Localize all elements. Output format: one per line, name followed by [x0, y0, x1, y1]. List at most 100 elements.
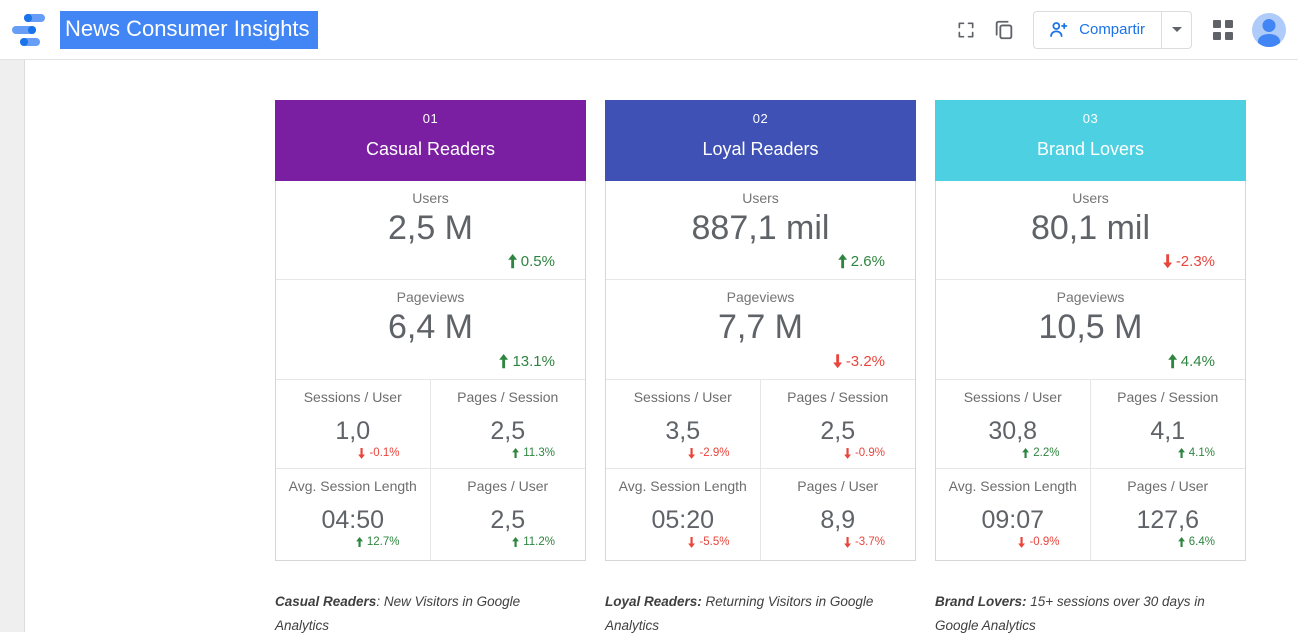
pages-per-session-scorecard: Pages / Session 2,5 -0.9%: [761, 380, 916, 469]
trend-indicator: -0.9%: [844, 447, 915, 459]
trend-indicator: -3.7%: [844, 536, 915, 548]
card-header: 01 Casual Readers: [275, 100, 586, 181]
pages-per-user-scorecard: Pages / User 127,6 6.4%: [1091, 469, 1246, 560]
metric-label: Pages / Session: [457, 389, 558, 405]
copy-pages-button[interactable]: [985, 11, 1023, 49]
trend-indicator: 12.7%: [356, 536, 430, 548]
metric-label: Users: [412, 190, 449, 206]
segment-footnote: Casual Readers: New Visitors in Google A…: [275, 590, 563, 638]
trend-indicator: -2.9%: [688, 447, 759, 459]
avg-session-length-scorecard: Avg. Session Length 09:07 -0.9%: [936, 469, 1091, 560]
metric-value: 2,5 M: [388, 209, 473, 248]
metric-value: 2,5: [490, 417, 525, 446]
trend-arrow-icon: [1163, 254, 1172, 268]
users-scorecard: Users 2,5 M 0.5%: [276, 181, 585, 280]
report-title[interactable]: News Consumer Insights: [60, 11, 318, 49]
metric-label: Pageviews: [397, 289, 465, 305]
trend-arrow-icon: [358, 448, 365, 459]
metric-value: 7,7 M: [718, 308, 803, 347]
chevron-down-icon: [1172, 27, 1182, 32]
card-header: 03 Brand Lovers: [935, 100, 1246, 181]
trend-arrow-icon: [844, 537, 851, 548]
sessions-per-user-scorecard: Sessions / User 30,8 2.2%: [936, 380, 1091, 469]
metric-value: 05:20: [651, 506, 714, 535]
card-header: 02 Loyal Readers: [605, 100, 916, 181]
metric-value: 4,1: [1150, 417, 1185, 446]
trend-indicator: -0.1%: [358, 447, 429, 459]
metric-label: Avg. Session Length: [949, 478, 1077, 494]
left-rail: [0, 60, 25, 632]
avatar-person-icon: [1263, 19, 1276, 32]
metric-value: 10,5 M: [1039, 308, 1143, 347]
trend-arrow-icon: [356, 537, 363, 548]
apps-grid-button[interactable]: [1204, 11, 1242, 49]
metric-label: Users: [742, 190, 779, 206]
pageviews-scorecard: Pageviews 7,7 M -3.2%: [606, 280, 915, 380]
metric-label: Pages / Session: [1117, 389, 1218, 405]
segment-card-casual-readers: 01 Casual Readers Users 2,5 M 0.5% Pagev…: [275, 100, 586, 638]
pages-per-user-scorecard: Pages / User 8,9 -3.7%: [761, 469, 916, 560]
metric-label: Sessions / User: [964, 389, 1062, 405]
trend-arrow-icon: [688, 537, 695, 548]
card-index: 02: [605, 111, 916, 126]
trend-indicator: -5.5%: [688, 536, 759, 548]
apps-grid-icon: [1213, 20, 1233, 40]
pages-per-session-scorecard: Pages / Session 4,1 4.1%: [1091, 380, 1246, 469]
trend-indicator: 4.1%: [1178, 447, 1245, 459]
metric-value: 1,0: [335, 417, 370, 446]
trend-arrow-icon: [499, 354, 508, 368]
sessions-per-user-scorecard: Sessions / User 3,5 -2.9%: [606, 380, 761, 469]
metric-label: Pageviews: [1057, 289, 1125, 305]
metric-label: Pages / User: [467, 478, 548, 494]
card-body: Users 887,1 mil 2.6% Pageviews 7,7 M -3.…: [605, 181, 916, 561]
metric-label: Pages / User: [797, 478, 878, 494]
pageviews-scorecard: Pageviews 10,5 M 4.4%: [936, 280, 1245, 380]
fullscreen-icon: [956, 20, 976, 40]
metric-label: Avg. Session Length: [619, 478, 747, 494]
trend-arrow-icon: [838, 254, 847, 268]
trend-arrow-icon: [833, 354, 842, 368]
metric-value: 3,5: [665, 417, 700, 446]
metric-label: Avg. Session Length: [289, 478, 417, 494]
trend-arrow-icon: [512, 537, 519, 548]
metric-value: 887,1 mil: [692, 209, 830, 248]
avg-session-length-scorecard: Avg. Session Length 05:20 -5.5%: [606, 469, 761, 560]
trend-indicator: 11.3%: [512, 447, 585, 459]
share-dropdown-button[interactable]: [1161, 12, 1191, 48]
fullscreen-button[interactable]: [947, 11, 985, 49]
trend-arrow-icon: [844, 448, 851, 459]
avg-session-length-scorecard: Avg. Session Length 04:50 12.7%: [276, 469, 431, 560]
metric-value: 80,1 mil: [1031, 209, 1150, 248]
share-button-label: Compartir: [1079, 21, 1145, 38]
card-title: Brand Lovers: [935, 139, 1246, 160]
data-studio-logo-icon[interactable]: [10, 11, 48, 49]
share-button-group: Compartir: [1033, 11, 1192, 49]
trend-arrow-icon: [1168, 354, 1177, 368]
app-toolbar: News Consumer Insights Compartir: [0, 0, 1298, 60]
segment-card-brand-lovers: 03 Brand Lovers Users 80,1 mil -2.3% Pag…: [935, 100, 1246, 638]
trend-arrow-icon: [688, 448, 695, 459]
trend-indicator: 13.1%: [499, 353, 585, 370]
trend-arrow-icon: [1178, 448, 1185, 459]
trend-indicator: 2.6%: [838, 253, 916, 270]
metric-value: 127,6: [1136, 506, 1199, 535]
card-title: Loyal Readers: [605, 139, 916, 160]
metric-value: 8,9: [820, 506, 855, 535]
metric-value: 04:50: [321, 506, 384, 535]
card-index: 03: [935, 111, 1246, 126]
metric-label: Pages / Session: [787, 389, 888, 405]
metric-value: 6,4 M: [388, 308, 473, 347]
metric-value: 09:07: [981, 506, 1044, 535]
metric-label: Pageviews: [727, 289, 795, 305]
user-avatar[interactable]: [1252, 13, 1286, 47]
trend-indicator: -3.2%: [833, 353, 915, 370]
trend-indicator: 2.2%: [1022, 447, 1089, 459]
sessions-per-user-scorecard: Sessions / User 1,0 -0.1%: [276, 380, 431, 469]
users-scorecard: Users 80,1 mil -2.3%: [936, 181, 1245, 280]
metric-value: 30,8: [988, 417, 1037, 446]
share-button[interactable]: Compartir: [1034, 12, 1161, 48]
card-title: Casual Readers: [275, 139, 586, 160]
users-scorecard: Users 887,1 mil 2.6%: [606, 181, 915, 280]
trend-indicator: -0.9%: [1018, 536, 1089, 548]
trend-arrow-icon: [1178, 537, 1185, 548]
